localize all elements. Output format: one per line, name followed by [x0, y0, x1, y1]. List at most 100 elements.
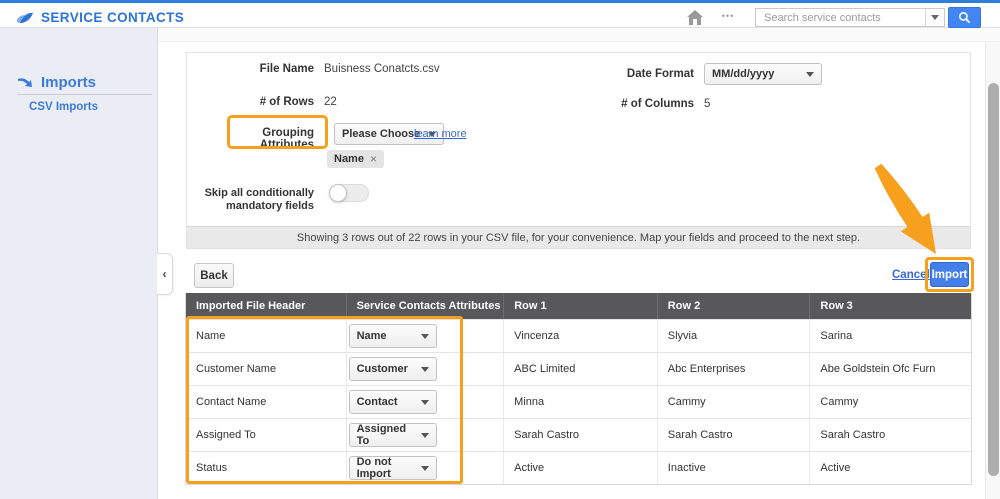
home-icon[interactable] [686, 9, 704, 26]
attribute-dropdown[interactable]: Do not Import [349, 456, 437, 480]
row1-cell: ABC Limited [503, 353, 657, 385]
row3-cell: Sarina [809, 320, 971, 352]
tag-label: Name [334, 153, 364, 165]
row1-cell: Minna [503, 386, 657, 418]
rows-count-label: # of Rows [194, 96, 314, 108]
attribute-dropdown[interactable]: Customer [349, 357, 437, 381]
attribute-dropdown[interactable]: Contact [349, 390, 437, 414]
attribute-dropdown[interactable]: Assigned To [349, 423, 437, 447]
row2-cell: Sarah Castro [657, 419, 810, 451]
more-options-icon[interactable]: ••• [717, 6, 739, 26]
logo-icon [16, 11, 34, 25]
back-button[interactable]: Back [194, 263, 234, 288]
row1-cell: Vincenza [503, 320, 657, 352]
attribute-cell: Customer [346, 353, 504, 385]
cancel-link[interactable]: Cancel [892, 269, 930, 281]
attribute-dropdown-value: Do not Import [357, 456, 413, 480]
imported-header-cell: Contact Name [186, 386, 346, 418]
table-header-row: Imported File Header Service Contacts At… [186, 293, 971, 319]
search-scope-dropdown[interactable] [925, 9, 944, 26]
caret-down-icon [421, 400, 429, 405]
columns-count-label: # of Columns [574, 98, 694, 110]
column-header: Imported File Header [186, 293, 346, 319]
caret-down-icon [421, 367, 429, 372]
search-box [755, 8, 945, 27]
imported-header-cell: Customer Name [186, 353, 346, 385]
file-name-value: Buisness Conatcts.csv [324, 63, 440, 75]
skip-mandatory-label: Skip all conditionally mandatory fields [194, 187, 314, 213]
date-format-label: Date Format [574, 68, 694, 80]
caret-down-icon [421, 334, 429, 339]
learn-more-link[interactable]: learn more [414, 128, 467, 140]
imported-header-cell: Status [186, 452, 346, 484]
attribute-dropdown-value: Assigned To [357, 423, 413, 447]
attribute-cell: Contact [346, 386, 504, 418]
attribute-dropdown-value: Contact [357, 396, 398, 408]
search-button[interactable] [948, 7, 981, 28]
column-header: Row 3 [809, 293, 971, 319]
row3-cell: Cammy [809, 386, 971, 418]
row1-cell: Active [503, 452, 657, 484]
app-title: SERVICE CONTACTS [41, 10, 184, 25]
preview-notice: Showing 3 rows out of 22 rows in your CS… [187, 226, 970, 248]
chevron-down-icon [931, 15, 939, 20]
brand[interactable]: SERVICE CONTACTS [16, 10, 184, 25]
sidebar-divider [17, 94, 152, 95]
grouping-attributes-label: Grouping Attributes [207, 127, 314, 151]
imported-header-cell: Assigned To [186, 419, 346, 451]
attribute-cell: Do not Import [346, 452, 504, 484]
attribute-dropdown[interactable]: Name [349, 324, 437, 348]
skip-label-line1: Skip all conditionally [194, 187, 314, 200]
row2-cell: Cammy [657, 386, 810, 418]
attribute-dropdown-value: Customer [357, 363, 408, 375]
caret-down-icon [806, 72, 814, 77]
columns-count-value: 5 [704, 98, 710, 110]
table-row: Name Name Vincenza Slyvia Sarina [186, 319, 971, 352]
table-row: Contact Name Contact Minna Cammy Cammy [186, 385, 971, 418]
close-icon[interactable]: × [370, 152, 377, 166]
row3-cell: Sarah Castro [809, 419, 971, 451]
table-row: Customer Name Customer ABC Limited Abc E… [186, 352, 971, 385]
skip-label-line2: mandatory fields [194, 200, 314, 213]
row1-cell: Sarah Castro [503, 419, 657, 451]
sidebar-collapse-handle[interactable]: ‹ [157, 253, 173, 295]
field-mapping-table: Imported File Header Service Contacts At… [185, 293, 972, 485]
table-row: Assigned To Assigned To Sarah Castro Sar… [186, 418, 971, 451]
row3-cell: Active [809, 452, 971, 484]
sidebar-section-imports[interactable]: Imports [17, 74, 96, 91]
import-summary-panel: File Name Buisness Conatcts.csv # of Row… [186, 52, 971, 249]
toolbar-strip [158, 28, 1000, 42]
search-input[interactable] [756, 9, 925, 26]
date-format-dropdown[interactable]: MM/dd/yyyy [704, 63, 822, 85]
scrollbar-thumb[interactable] [988, 83, 999, 476]
row2-cell: Abc Enterprises [657, 353, 810, 385]
grouping-dropdown-value: Please Choose [342, 128, 420, 140]
table-row: Status Do not Import Active Inactive Act… [186, 451, 971, 484]
imports-icon [17, 76, 34, 89]
grouping-attribute-tag: Name × [327, 150, 384, 168]
rows-count-value: 22 [324, 96, 337, 108]
row2-cell: Slyvia [657, 320, 810, 352]
column-header: Row 1 [503, 293, 657, 319]
caret-down-icon [421, 433, 429, 438]
import-button[interactable]: Import [930, 262, 969, 287]
imported-header-cell: Name [186, 320, 346, 352]
app-header: SERVICE CONTACTS ••• [0, 3, 1000, 28]
sidebar-section-label: Imports [41, 74, 96, 91]
attribute-dropdown-value: Name [357, 330, 387, 342]
row2-cell: Inactive [657, 452, 810, 484]
search-icon [958, 11, 971, 24]
attribute-cell: Name [346, 320, 504, 352]
skip-mandatory-toggle[interactable] [329, 184, 369, 202]
sidebar-item-csv-imports[interactable]: CSV Imports [29, 101, 98, 113]
row3-cell: Abe Goldstein Ofc Furn [809, 353, 971, 385]
file-name-label: File Name [194, 63, 314, 75]
column-header: Service Contacts Attributes [346, 293, 504, 319]
page-scrollbar [985, 42, 1000, 499]
toggle-knob [329, 184, 347, 202]
column-header: Row 2 [657, 293, 810, 319]
date-format-value: MM/dd/yyyy [712, 68, 774, 80]
attribute-cell: Assigned To [346, 419, 504, 451]
caret-down-icon [421, 466, 429, 471]
sidebar: Imports CSV Imports [0, 28, 158, 499]
